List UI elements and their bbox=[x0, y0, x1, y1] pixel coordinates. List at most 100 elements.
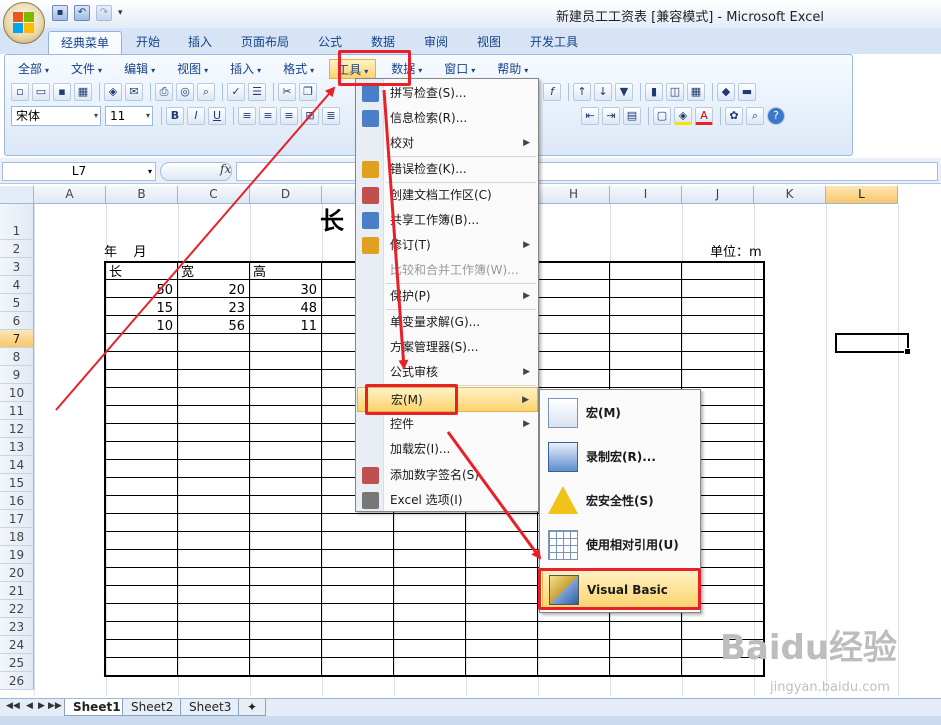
row-header-10[interactable]: 10 bbox=[0, 384, 34, 402]
row-header-6[interactable]: 6 bbox=[0, 312, 34, 330]
table-icon[interactable]: ▦ bbox=[687, 83, 705, 101]
styles-icon[interactable]: ✿ bbox=[725, 107, 743, 125]
row-header-19[interactable]: 19 bbox=[0, 546, 34, 564]
select-all-corner[interactable] bbox=[0, 186, 34, 204]
font-color-icon[interactable]: A bbox=[695, 107, 713, 125]
increase-indent-icon[interactable]: ⇥ bbox=[602, 107, 620, 125]
redo-icon[interactable]: ↷ bbox=[96, 5, 112, 21]
borders-icon[interactable]: ▢ bbox=[653, 107, 671, 125]
underline-icon[interactable]: U bbox=[208, 107, 226, 125]
undo-icon[interactable]: ↶ bbox=[74, 5, 90, 21]
row-header-12[interactable]: 12 bbox=[0, 420, 34, 438]
menu-window[interactable]: 窗口 ▾ bbox=[437, 59, 482, 79]
research-icon[interactable]: ⌕ bbox=[197, 83, 215, 101]
bold-icon[interactable]: B bbox=[166, 107, 184, 125]
menu-view[interactable]: 视图 ▾ bbox=[170, 59, 215, 79]
row-header-20[interactable]: 20 bbox=[0, 564, 34, 582]
tools-menu-item-formula-auditing[interactable]: 公式审核 ▶ bbox=[357, 360, 538, 385]
sort-ascending-icon[interactable]: ↑ bbox=[573, 83, 591, 101]
column-header-c[interactable]: C bbox=[178, 186, 250, 204]
fx-icon[interactable]: fx bbox=[220, 162, 231, 176]
row-header-22[interactable]: 22 bbox=[0, 600, 34, 618]
align-right-icon[interactable]: ≡ bbox=[280, 107, 298, 125]
column-header-l[interactable]: L bbox=[826, 186, 898, 204]
function-icon[interactable]: f bbox=[543, 83, 561, 101]
selected-cell-l7[interactable] bbox=[835, 333, 911, 355]
column-header-h[interactable]: H bbox=[538, 186, 610, 204]
tools-menu-item-research[interactable]: 信息检索(R)... bbox=[357, 106, 538, 131]
insert-sheet-icon[interactable]: ✦ bbox=[238, 699, 267, 716]
tools-menu-item-protection[interactable]: 保护(P) ▶ bbox=[357, 284, 538, 309]
last-sheet-icon[interactable]: ▶▶ bbox=[48, 701, 62, 711]
menu-all[interactable]: 全部 ▾ bbox=[11, 59, 56, 79]
sheet-tab-1[interactable]: Sheet1 bbox=[64, 699, 130, 716]
pivot-icon[interactable]: ◫ bbox=[666, 83, 684, 101]
align-left-icon[interactable]: ≡ bbox=[238, 107, 256, 125]
cut-icon[interactable]: ✂ bbox=[278, 83, 296, 101]
row-header-21[interactable]: 21 bbox=[0, 582, 34, 600]
row-header-14[interactable]: 14 bbox=[0, 456, 34, 474]
save-icon[interactable]: ▪ bbox=[52, 5, 68, 21]
column-header-b[interactable]: B bbox=[106, 186, 178, 204]
research2-icon[interactable]: ☰ bbox=[248, 83, 266, 101]
menu-file[interactable]: 文件 ▾ bbox=[64, 59, 109, 79]
macro-item-record[interactable]: 录制宏(R)... bbox=[542, 436, 699, 478]
tools-menu-item-excel-options[interactable]: Excel 选项(I) bbox=[357, 488, 538, 513]
tools-menu-item-controls[interactable]: 控件 ▶ bbox=[357, 412, 538, 437]
tab-home[interactable]: 开始 bbox=[124, 31, 172, 54]
tab-insert[interactable]: 插入 bbox=[176, 31, 224, 54]
tab-classic-menu[interactable]: 经典菜单 bbox=[48, 31, 123, 54]
tab-developer[interactable]: 开发工具 bbox=[518, 31, 590, 54]
tab-review[interactable]: 审阅 bbox=[412, 31, 460, 54]
tools-menu-item-error-check[interactable]: 错误检查(K)... bbox=[357, 157, 538, 182]
row-header-2[interactable]: 2 bbox=[0, 240, 34, 258]
align-center-icon[interactable]: ≡ bbox=[259, 107, 277, 125]
currency-icon[interactable]: ≣ bbox=[322, 107, 340, 125]
row-header-8[interactable]: 8 bbox=[0, 348, 34, 366]
macro-item-relative-ref[interactable]: 使用相对引用(U) bbox=[542, 524, 699, 566]
open-icon[interactable]: ▭ bbox=[32, 83, 50, 101]
print-icon[interactable]: ⎙ bbox=[155, 83, 173, 101]
column-header-a[interactable]: A bbox=[34, 186, 106, 204]
menu-edit[interactable]: 编辑 ▾ bbox=[117, 59, 162, 79]
tools-menu-item-proofing[interactable]: 校对 ▶ bbox=[357, 131, 538, 156]
new-icon[interactable]: ▫ bbox=[11, 83, 29, 101]
row-header-11[interactable]: 11 bbox=[0, 402, 34, 420]
tab-page-layout[interactable]: 页面布局 bbox=[229, 31, 301, 54]
sort-descending-icon[interactable]: ↓ bbox=[594, 83, 612, 101]
zoom-icon[interactable]: ⌕ bbox=[746, 107, 764, 125]
tab-view[interactable]: 视图 bbox=[465, 31, 513, 54]
name-box[interactable]: L7 ▾ bbox=[2, 162, 156, 181]
office-button[interactable] bbox=[3, 2, 45, 44]
first-sheet-icon[interactable]: ◀◀ bbox=[6, 701, 20, 711]
row-header-16[interactable]: 16 bbox=[0, 492, 34, 510]
tools-menu-item-share-workbook[interactable]: 共享工作簿(B)... bbox=[357, 208, 538, 233]
menu-format[interactable]: 格式 ▾ bbox=[276, 59, 321, 79]
row-header-15[interactable]: 15 bbox=[0, 474, 34, 492]
save-icon[interactable]: ▪ bbox=[53, 83, 71, 101]
font-name-combo[interactable]: 宋体 ▾ bbox=[11, 106, 101, 126]
row-header-23[interactable]: 23 bbox=[0, 618, 34, 636]
row-header-17[interactable]: 17 bbox=[0, 510, 34, 528]
row-header-1[interactable]: 1 bbox=[0, 204, 34, 240]
permission-icon[interactable]: ◈ bbox=[104, 83, 122, 101]
email-icon[interactable]: ✉ bbox=[125, 83, 143, 101]
tools-menu-item-track-changes[interactable]: 修订(T) ▶ bbox=[357, 233, 538, 258]
column-header-i[interactable]: I bbox=[610, 186, 682, 204]
sheet-tab-2[interactable]: Sheet2 bbox=[122, 699, 183, 716]
tools-menu-item-doc-workspace[interactable]: 创建文档工作区(C) bbox=[357, 183, 538, 208]
menu-insert[interactable]: 插入 ▾ bbox=[223, 59, 268, 79]
help-icon[interactable]: ? bbox=[767, 107, 785, 125]
italic-icon[interactable]: I bbox=[187, 107, 205, 125]
row-header-25[interactable]: 25 bbox=[0, 654, 34, 672]
decrease-indent-icon[interactable]: ⇤ bbox=[581, 107, 599, 125]
tools-menu-item-scenarios[interactable]: 方案管理器(S)... bbox=[357, 335, 538, 360]
macro-item-security[interactable]: 宏安全性(S) bbox=[542, 480, 699, 522]
row-header-13[interactable]: 13 bbox=[0, 438, 34, 456]
folder-icon[interactable]: ▬ bbox=[738, 83, 756, 101]
row-header-4[interactable]: 4 bbox=[0, 276, 34, 294]
merge-center-icon[interactable]: ⊞ bbox=[301, 107, 319, 125]
row-header-3[interactable]: 3 bbox=[0, 258, 34, 276]
tools-menu-item-goal-seek[interactable]: 单变量求解(G)... bbox=[357, 310, 538, 335]
column-header-d[interactable]: D bbox=[250, 186, 322, 204]
